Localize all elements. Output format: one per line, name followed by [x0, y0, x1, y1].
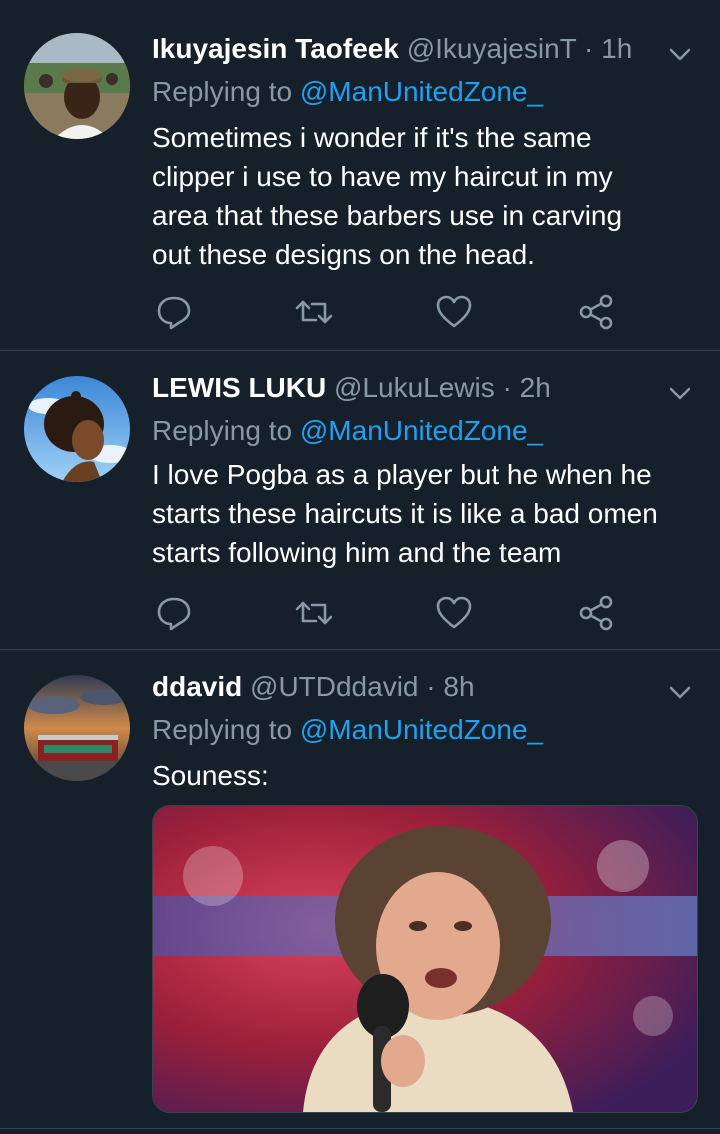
replying-to: Replying to @ManUnitedZone_ [152, 75, 543, 109]
display-name[interactable]: LEWIS LUKU [152, 372, 326, 403]
tweet-text-line: clipper i use to have my haircut in my [152, 161, 613, 192]
timestamp[interactable]: 1h [601, 33, 632, 64]
retweet-icon[interactable] [294, 593, 334, 633]
replying-prefix: Replying to [152, 714, 293, 745]
separator-dot: · [502, 372, 512, 403]
tweet-media-image[interactable] [152, 805, 698, 1113]
timestamp[interactable]: 8h [443, 671, 474, 702]
tweet-header: LEWIS LUKU @LukuLewis · 2h [152, 371, 660, 405]
replying-to: Replying to @ManUnitedZone_ [152, 414, 543, 448]
replying-prefix: Replying to [152, 76, 293, 107]
tweet-text-line: Souness: [152, 760, 269, 791]
tweet-actions [152, 292, 622, 332]
tweet[interactable]: Ikuyajesin Taofeek @IkuyajesinT · 1h Rep… [0, 0, 720, 350]
mention-link[interactable]: @ManUnitedZone_ [300, 76, 543, 107]
tweet-header: ddavid @UTDddavid · 8h [152, 670, 660, 704]
separator-dot: · [584, 33, 594, 64]
tweet-text-line: starts following him and the team [152, 537, 562, 568]
reply-icon[interactable] [154, 593, 194, 633]
mention-link[interactable]: @ManUnitedZone_ [300, 714, 543, 745]
chevron-down-icon[interactable] [666, 678, 694, 706]
replying-prefix: Replying to [152, 415, 293, 446]
retweet-icon[interactable] [294, 292, 334, 332]
tweet-text-line: Sometimes i wonder if it's the same [152, 122, 592, 153]
tweet-actions [152, 593, 622, 633]
tweet-text-line: out these designs on the head. [152, 239, 535, 270]
display-name[interactable]: ddavid [152, 671, 242, 702]
user-handle[interactable]: @IkuyajesinT [407, 33, 577, 64]
avatar[interactable] [24, 675, 130, 781]
avatar[interactable] [24, 376, 130, 482]
user-handle[interactable]: @UTDddavid [250, 671, 418, 702]
chevron-down-icon[interactable] [666, 40, 694, 68]
tweet-divider [0, 1128, 720, 1129]
reply-icon[interactable] [154, 292, 194, 332]
display-name[interactable]: Ikuyajesin Taofeek [152, 33, 399, 64]
tweet-text: Souness: [152, 756, 692, 795]
mention-link[interactable]: @ManUnitedZone_ [300, 415, 543, 446]
share-icon[interactable] [576, 593, 616, 633]
tweet-text: I love Pogba as a player but he when he … [152, 455, 692, 572]
replying-to: Replying to @ManUnitedZone_ [152, 713, 543, 747]
like-icon[interactable] [434, 593, 474, 633]
tweet[interactable]: LEWIS LUKU @LukuLewis · 2h Replying to @… [0, 351, 720, 649]
tweet-text: Sometimes i wonder if it's the same clip… [152, 118, 692, 274]
chevron-down-icon[interactable] [666, 379, 694, 407]
user-handle[interactable]: @LukuLewis [334, 372, 495, 403]
tweet-text-line: area that these barbers use in carving [152, 200, 623, 231]
timestamp[interactable]: 2h [520, 372, 551, 403]
tweet[interactable]: ddavid @UTDddavid · 8h Replying to @ManU… [0, 650, 720, 1134]
tweet-text-line: starts these haircuts it is like a bad o… [152, 498, 658, 529]
tweet-text-line: I love Pogba as a player but he when he [152, 459, 652, 490]
like-icon[interactable] [434, 292, 474, 332]
avatar[interactable] [24, 33, 130, 139]
tweet-header: Ikuyajesin Taofeek @IkuyajesinT · 1h [152, 32, 660, 66]
separator-dot: · [426, 671, 436, 702]
share-icon[interactable] [576, 292, 616, 332]
